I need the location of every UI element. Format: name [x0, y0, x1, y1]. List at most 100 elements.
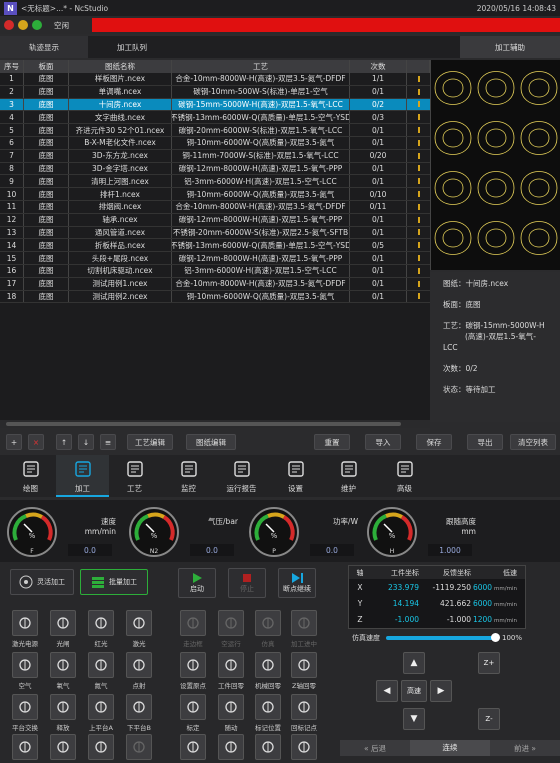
col-index[interactable]: 序号 [0, 60, 24, 73]
dry-run-button[interactable] [218, 610, 244, 636]
table-b-button[interactable] [126, 694, 152, 720]
machine-return-button[interactable] [255, 652, 281, 678]
table-cell: 3 [0, 98, 24, 111]
step-back-button[interactable]: « 后退 [340, 743, 410, 754]
reset-button[interactable]: 重置 [314, 434, 350, 450]
jog-down-button[interactable]: ▼ [403, 708, 425, 730]
continuous-button[interactable]: 连续 [410, 740, 490, 756]
remove-button[interactable]: × [28, 434, 44, 450]
table-row[interactable]: 1 底图 样板图片.ncex 合金-10mm-8000W-H(高速)-双层3.5-氮气… [0, 73, 430, 86]
drawing-preview[interactable] [430, 60, 560, 270]
nav-report[interactable]: 运行报告 [215, 455, 268, 497]
col-process[interactable]: 工艺 [172, 60, 350, 73]
z-plus-button[interactable]: Z+ [478, 652, 500, 674]
table-row[interactable]: 3 底图 十间房.ncex 碳钢-15mm-5000W-H(高速)-双层1.5-氧气-… [0, 98, 430, 112]
export-button[interactable]: 导出 [467, 434, 503, 450]
shutter-button[interactable] [50, 610, 76, 636]
laser-button[interactable] [126, 610, 152, 636]
auto-cut-button[interactable] [180, 734, 206, 760]
table-swap-button[interactable] [12, 694, 38, 720]
drawing-edit-button[interactable]: 图纸编辑 [186, 434, 236, 450]
table-row[interactable]: 17 底图 测试用例1.ncex 合金-10mm-8000W-H(高速)-双层3.5-… [0, 277, 430, 291]
add-button[interactable]: + [6, 434, 22, 450]
return-mark-button[interactable] [291, 694, 317, 720]
col-drawing[interactable]: 图纸名称 [69, 60, 172, 73]
table-row[interactable]: 8 底图 3D-金字塔.ncex 碳钢-12mm-8000W-H(高速)-双层1.5-… [0, 162, 430, 176]
spot-button[interactable] [126, 652, 152, 678]
table-row[interactable]: 7 底图 3D-东方龙.ncex 铜-11mm-7000W-S(标准)-双层1.5-氧… [0, 149, 430, 163]
table-row[interactable]: 10 底图 排杆1.ncex 铜-10mm-6000W-Q(高质量)-双层3.5-氮气… [0, 188, 430, 201]
processing-button[interactable] [291, 610, 317, 636]
table-row[interactable]: 18 底图 测试用例2.ncex 铜-10mm-6000W-Q(高质量)-双层3.5-… [0, 290, 430, 304]
flexible-process-button[interactable]: 灵活加工 [10, 569, 74, 595]
batch-process-button[interactable]: 批量加工 [80, 569, 148, 595]
reset-light-button[interactable] [126, 734, 152, 760]
table-row[interactable]: 4 底图 文字曲线.ncex 不锈钢-13mm-6000W-Q(高质量)-单层1.5-… [0, 111, 430, 125]
sort-button[interactable]: ≡ [100, 434, 116, 450]
oxygen-button[interactable] [50, 652, 76, 678]
lead-pos-button[interactable] [218, 734, 244, 760]
table-row[interactable]: 2 底图 单调嘴.ncex 碳钢-10mm-500W-S(标准)-单层1-空气 0/1 [0, 85, 430, 99]
alarm-bar[interactable] [92, 18, 560, 32]
scroll-thumb[interactable] [6, 422, 401, 426]
calibrate-button[interactable] [180, 694, 206, 720]
table-row[interactable]: 11 底图 排烟阀.ncex 合金-10mm-8000W-H(高速)-双层3.5-氮气… [0, 200, 430, 214]
air-button[interactable] [12, 652, 38, 678]
soft-limit-button[interactable] [255, 734, 281, 760]
nav-maintain[interactable]: 维护 [322, 455, 375, 497]
nav-settings[interactable]: 设置 [269, 455, 322, 497]
step-forward-button[interactable]: 前进 » [490, 743, 560, 754]
jog-up-button[interactable]: ▲ [403, 652, 425, 674]
jog-left-button[interactable]: ◀ [376, 680, 398, 702]
table-row[interactable]: 16 底图 切割机床驱动.ncex 铝-3mm-6000W-H(高速)-双层1.5-空… [0, 264, 430, 278]
follow-button[interactable] [218, 694, 244, 720]
process-edit-button[interactable]: 工艺编辑 [127, 434, 173, 450]
import-button[interactable]: 导入 [365, 434, 401, 450]
edge-find-button[interactable] [88, 734, 114, 760]
sim-speed-slider[interactable] [386, 633, 500, 642]
table-row[interactable]: 6 底图 B-X-M老化文件.ncex 铜-10mm-6000W-Q(高质量)-双层3… [0, 136, 430, 150]
tab-track-display[interactable]: 轨迹显示 [0, 36, 88, 58]
col-count[interactable]: 次数 [350, 60, 407, 73]
z-minus-button[interactable]: Z- [478, 708, 500, 730]
table-a-button[interactable] [88, 694, 114, 720]
red-light-button[interactable] [88, 610, 114, 636]
table-row[interactable]: 12 底图 轴承.ncex 碳钢-12mm-8000W-H(高速)-双层1.5-氧气-… [0, 213, 430, 227]
nav-advanced[interactable]: 高级 [378, 455, 431, 497]
jog-right-button[interactable]: ▶ [430, 680, 452, 702]
table-row[interactable]: 5 底图 齐进元件30 52个01.ncex 碳钢-20mm-6000W-S(标准)-… [0, 124, 430, 137]
k1-button[interactable] [291, 734, 317, 760]
simulate-button[interactable] [255, 610, 281, 636]
high-speed-button[interactable]: 高速 [401, 680, 427, 702]
table-scrollbar[interactable] [0, 420, 430, 428]
nav-craft[interactable]: 工艺 [108, 455, 161, 497]
mark-pos-button[interactable] [255, 694, 281, 720]
tab-process-assist[interactable]: 加工辅助 [460, 36, 560, 58]
start-button[interactable]: 启动 [178, 568, 216, 598]
table-row[interactable]: 9 底图 清明上河图.ncex 铝-3mm-6000W-H(高速)-双层1.5-空气-… [0, 175, 430, 189]
table-row[interactable]: 15 底图 头段+尾段.ncex 碳钢-12mm-8000W-H(高速)-双层1.5-… [0, 252, 430, 265]
move-up-button[interactable]: ↑ [56, 434, 72, 450]
release-button[interactable] [50, 694, 76, 720]
nav-monitor[interactable]: 监控 [162, 455, 215, 497]
table-row[interactable]: 14 底图 折板样品.ncex 不锈钢-13mm-6000W-Q(高质量)-单层1.5… [0, 239, 430, 253]
clear-list-button[interactable]: 清空列表 [510, 434, 556, 450]
stop-button[interactable]: 停止 [228, 568, 266, 598]
work-return-button[interactable] [218, 652, 244, 678]
col-board[interactable]: 板面 [24, 60, 69, 73]
tab-process-queue[interactable]: 加工队列 [88, 36, 176, 58]
z-return-button[interactable] [291, 652, 317, 678]
nitrogen-button[interactable] [88, 652, 114, 678]
laser-power-button[interactable] [12, 610, 38, 636]
set-origin-button[interactable] [180, 652, 206, 678]
fan-button[interactable] [12, 734, 38, 760]
walk-frame-button[interactable] [180, 610, 206, 636]
save-button[interactable]: 保存 [416, 434, 452, 450]
nav-draw[interactable]: 绘图 [4, 455, 57, 497]
move-down-button[interactable]: ↓ [78, 434, 94, 450]
nav-process[interactable]: 加工 [56, 455, 109, 497]
clean-nozzle-button[interactable] [50, 734, 76, 760]
table-row[interactable]: 13 底图 通风管道.ncex 不锈钢-20mm-6000W-S(标准)-双层2.5-… [0, 226, 430, 240]
sim-speed-handle[interactable] [491, 633, 500, 642]
resume-button[interactable]: 断点继续 [278, 568, 316, 598]
